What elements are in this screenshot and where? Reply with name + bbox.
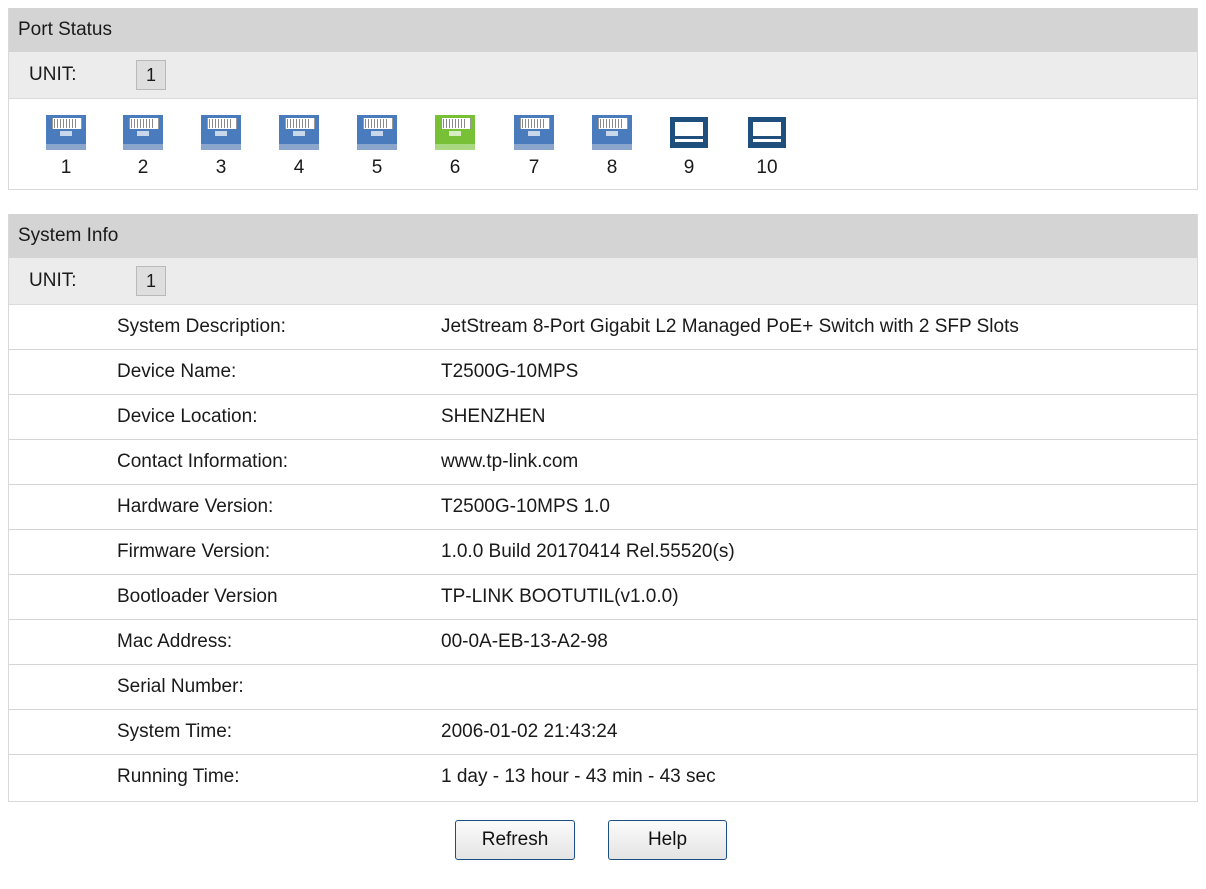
info-label: Firmware Version: — [117, 541, 271, 562]
rj45-port-icon — [514, 115, 554, 150]
info-row: Device Location: SHENZHEN — [9, 395, 1197, 440]
port-number-label: 2 — [137, 157, 149, 178]
info-row: Bootloader Version TP-LINK BOOTUTIL(v1.0.… — [9, 575, 1197, 620]
info-row: Firmware Version: 1.0.0 Build 20170414 Re… — [9, 530, 1197, 575]
info-value: 1 day - 13 hour - 43 min - 43 sec — [441, 766, 716, 787]
info-label: Device Name: — [117, 361, 237, 382]
port-number-label: 3 — [215, 157, 227, 178]
rj45-port-icon — [279, 115, 319, 150]
info-row: Device Name: T2500G-10MPS — [9, 350, 1197, 395]
unit-selector[interactable]: 1 — [136, 60, 166, 90]
info-row: System Description: JetStream 8-Port Giga… — [9, 305, 1197, 350]
info-label: Mac Address: — [117, 631, 233, 652]
port-number-label: 8 — [606, 157, 618, 178]
info-value: 2006-01-02 21:43:24 — [441, 721, 618, 742]
system-info-panel: System Info UNIT: 1 System Description: J… — [8, 214, 1198, 802]
info-label: Hardware Version: — [117, 496, 274, 517]
refresh-button[interactable]: Refresh — [455, 820, 575, 860]
rj45-port-icon — [592, 115, 632, 150]
info-value: JetStream 8-Port Gigabit L2 Managed PoE+… — [441, 316, 1019, 337]
sfp-port-icon — [669, 115, 709, 150]
info-row: Serial Number: — [9, 665, 1197, 710]
rj45-port-icon — [435, 115, 475, 150]
info-row: Mac Address: 00-0A-EB-13-A2-98 — [9, 620, 1197, 665]
info-value: TP-LINK BOOTUTIL(v1.0.0) — [441, 586, 679, 607]
rj45-port-icon — [46, 115, 86, 150]
system-info-table: System Description: JetStream 8-Port Giga… — [9, 305, 1197, 800]
port-number-label: 10 — [756, 157, 778, 178]
port-number-label: 5 — [371, 157, 383, 178]
port-number-label: 4 — [293, 157, 305, 178]
port-number-label: 6 — [449, 157, 461, 178]
system-info-title: System Info — [9, 214, 1197, 258]
info-row: Contact Information: www.tp-link.com — [9, 440, 1197, 485]
info-row: System Time: 2006-01-02 21:43:24 — [9, 710, 1197, 755]
rj45-port-icon — [123, 115, 163, 150]
info-value: SHENZHEN — [441, 406, 546, 427]
info-value: 1.0.0 Build 20170414 Rel.55520(s) — [441, 541, 735, 562]
port-status-unit-row: UNIT: 1 — [9, 52, 1197, 99]
info-value: T2500G-10MPS 1.0 — [441, 496, 610, 517]
unit-label: UNIT: — [29, 64, 77, 85]
info-label: System Time: — [117, 721, 233, 742]
system-info-unit-row: UNIT: 1 — [9, 258, 1197, 305]
info-label: Serial Number: — [117, 676, 244, 697]
info-label: Bootloader Version — [117, 586, 278, 607]
info-label: Contact Information: — [117, 451, 289, 472]
port-number-label: 1 — [60, 157, 72, 178]
info-label: Running Time: — [117, 766, 240, 787]
port-status-title: Port Status — [9, 8, 1197, 52]
port-number-label: 9 — [683, 157, 695, 178]
info-value: T2500G-10MPS — [441, 361, 579, 382]
info-label: System Description: — [117, 316, 286, 337]
unit-selector[interactable]: 1 — [136, 266, 166, 296]
help-button[interactable]: Help — [608, 820, 727, 860]
info-label: Device Location: — [117, 406, 258, 427]
info-row: Running Time: 1 day - 13 hour - 43 min - … — [9, 755, 1197, 800]
unit-label: UNIT: — [29, 270, 77, 291]
port-panel: 1 2 3 4 5 6 7 8 9 10 — [9, 99, 1197, 189]
sfp-port-icon — [747, 115, 787, 150]
port-status-panel: Port Status UNIT: 1 1 2 3 4 5 6 7 8 9 10 — [8, 8, 1198, 190]
info-value: 00-0A-EB-13-A2-98 — [441, 631, 608, 652]
info-row: Hardware Version: T2500G-10MPS 1.0 — [9, 485, 1197, 530]
port-number-label: 7 — [528, 157, 540, 178]
info-value: www.tp-link.com — [441, 451, 579, 472]
rj45-port-icon — [357, 115, 397, 150]
rj45-port-icon — [201, 115, 241, 150]
